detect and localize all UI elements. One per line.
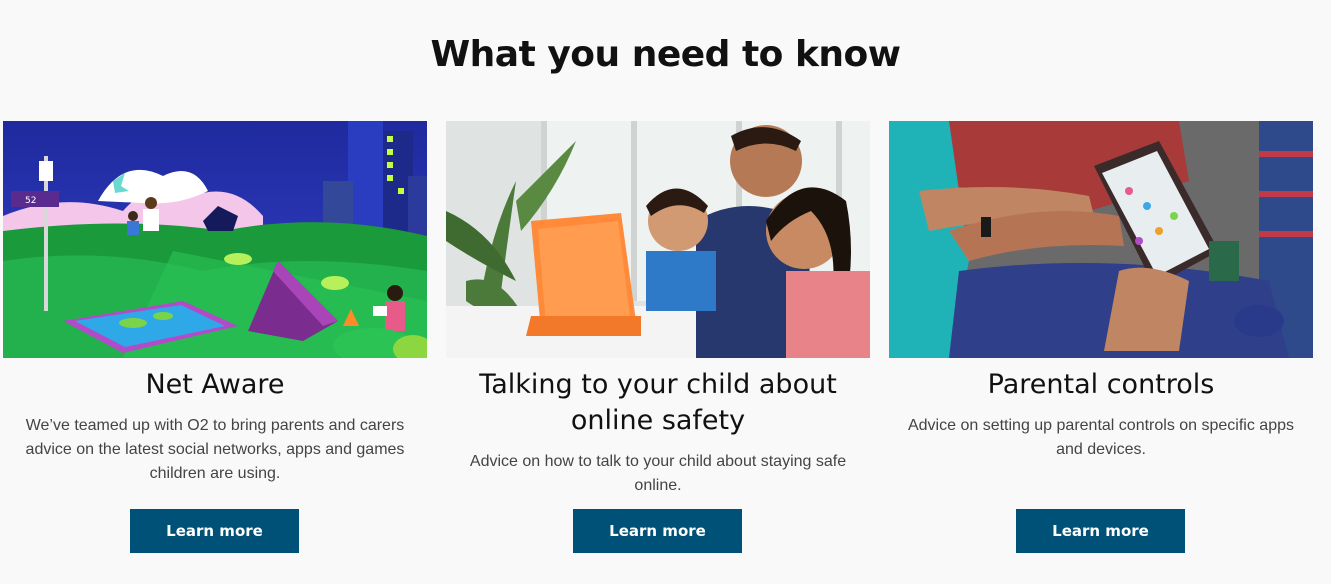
card-heading: Net Aware (145, 369, 285, 400)
signpost-label: 52 (25, 196, 36, 206)
card-talking-to-child: Talking to your child about online safet… (446, 121, 870, 561)
card-parental-controls: Parental controls Advice on setting up p… (889, 121, 1313, 561)
net-aware-illustration[interactable]: 52 (3, 121, 427, 358)
card-description: Advice on how to talk to your child abou… (469, 453, 847, 494)
card-heading: Talking to your child about online safet… (479, 369, 837, 436)
child-tablet-photo[interactable] (889, 121, 1313, 358)
card-net-aware: 52 Net Aware We’ve teamed up with O2 to … (3, 121, 427, 561)
section-title: What you need to know (430, 34, 901, 75)
learn-more-button[interactable]: Learn more (130, 509, 299, 553)
card-description: Advice on setting up parental controls o… (907, 417, 1294, 458)
family-tablet-photo[interactable] (446, 121, 870, 358)
card-description: We’ve teamed up with O2 to bring parents… (25, 417, 405, 482)
learn-more-button[interactable]: Learn more (573, 509, 742, 553)
card-heading: Parental controls (987, 369, 1215, 400)
learn-more-button[interactable]: Learn more (1016, 509, 1185, 553)
